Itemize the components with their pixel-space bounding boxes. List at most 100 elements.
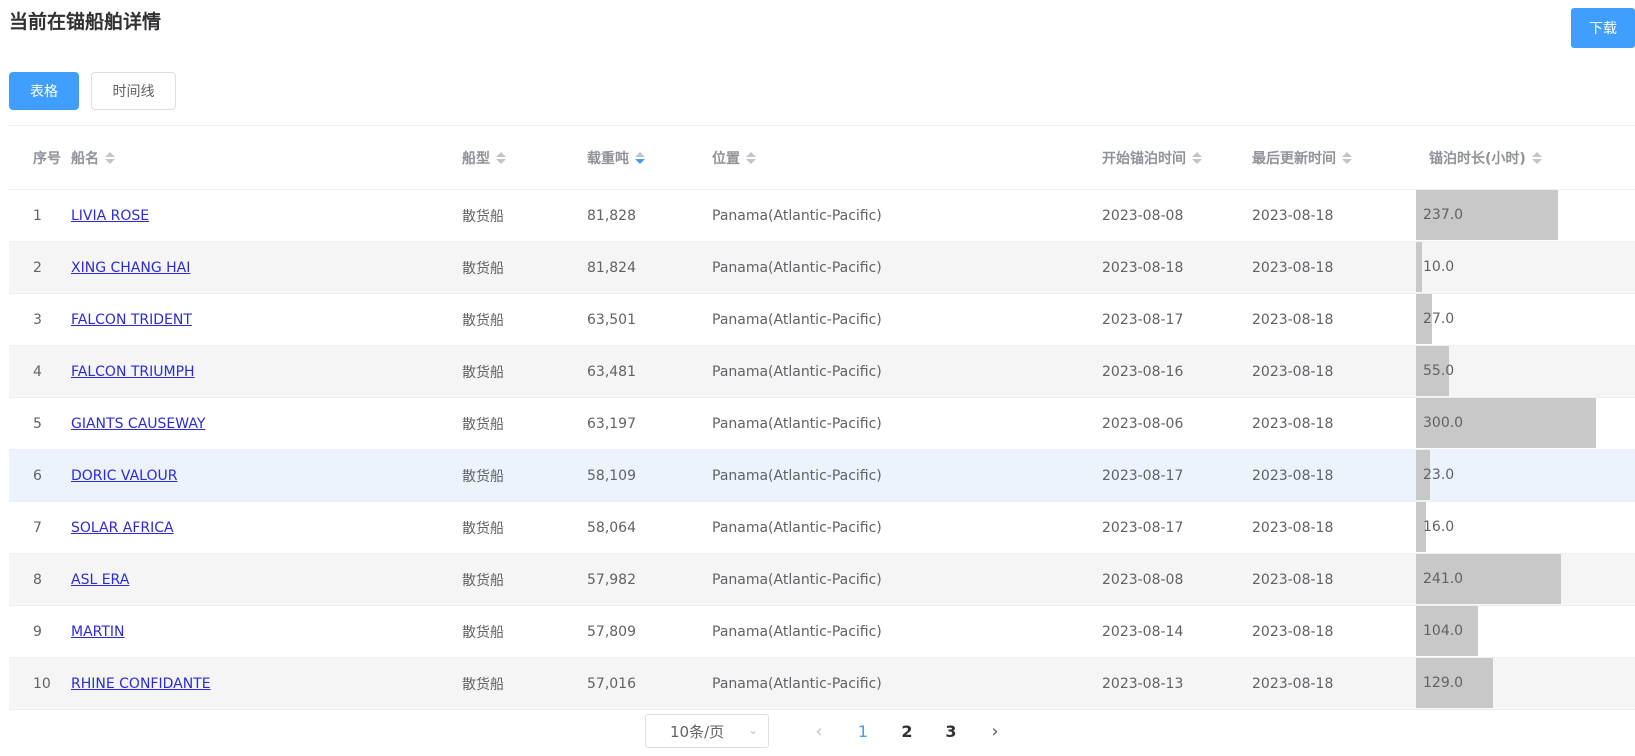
- cell-duration: 104.0: [1416, 606, 1596, 657]
- page-2[interactable]: 2: [885, 722, 929, 741]
- column-header-updated-time[interactable]: 最后更新时间: [1252, 148, 1416, 168]
- cell-no: 7: [33, 519, 42, 536]
- tab-timeline[interactable]: 时间线: [91, 72, 176, 110]
- ship-name-link[interactable]: XING CHANG HAI: [71, 260, 190, 276]
- cell-ship-name: SOLAR AFRICA: [71, 520, 462, 536]
- cell-no: 9: [33, 623, 42, 640]
- cell-updated-time: 2023-08-18: [1252, 519, 1334, 536]
- duration-value: 10.0: [1423, 259, 1455, 275]
- cell-dwt: 57,016: [587, 675, 636, 692]
- cell-dwt: 81,824: [587, 259, 636, 276]
- cell-ship-name: DORIC VALOUR: [71, 468, 462, 484]
- ship-name-link[interactable]: MARTIN: [71, 624, 125, 640]
- cell-no: 2: [33, 259, 42, 276]
- duration-value: 27.0: [1423, 311, 1455, 327]
- cell-duration: 300.0: [1416, 398, 1596, 449]
- cell-updated-time: 2023-08-18: [1252, 207, 1334, 224]
- cell-updated-time: 2023-08-18: [1252, 467, 1334, 484]
- table-row[interactable]: 7 SOLAR AFRICA 散货船 58,064 Panama(Atlantic-Pa…: [9, 502, 1635, 554]
- table-row[interactable]: 6 DORIC VALOUR 散货船 58,109 Panama(Atlantic-Pa…: [9, 450, 1635, 502]
- cell-start-time: 2023-08-17: [1102, 311, 1184, 328]
- page-size-select[interactable]: 10条/页 ⌄: [645, 714, 769, 748]
- cell-updated-time: 2023-08-18: [1252, 623, 1334, 640]
- cell-ship-type: 散货船: [462, 572, 504, 589]
- column-header-location[interactable]: 位置: [712, 148, 1102, 168]
- cell-updated-time: 2023-08-18: [1252, 311, 1334, 328]
- ship-name-link[interactable]: ASL ERA: [71, 572, 129, 588]
- tab-table[interactable]: 表格: [9, 72, 79, 110]
- cell-dwt: 57,809: [587, 623, 636, 640]
- table-row[interactable]: 10 RHINE CONFIDANTE 散货船 57,016 Panama(Atlant…: [9, 658, 1635, 710]
- cell-dwt: 63,481: [587, 363, 636, 380]
- cell-duration: 10.0: [1416, 242, 1596, 293]
- table-row[interactable]: 5 GIANTS CAUSEWAY 散货船 63,197 Panama(Atlantic…: [9, 398, 1635, 450]
- cell-location: Panama(Atlantic-Pacific): [712, 571, 882, 588]
- cell-duration: 129.0: [1416, 658, 1596, 709]
- ship-name-link[interactable]: RHINE CONFIDANTE: [71, 676, 211, 692]
- cell-start-time: 2023-08-16: [1102, 363, 1184, 380]
- column-header-type[interactable]: 船型: [462, 148, 587, 168]
- cell-ship-name: FALCON TRIDENT: [71, 312, 462, 328]
- ship-name-link[interactable]: FALCON TRIUMPH: [71, 364, 195, 380]
- cell-duration: 16.0: [1416, 502, 1596, 553]
- ship-name-link[interactable]: FALCON TRIDENT: [71, 312, 192, 328]
- duration-value: 129.0: [1423, 675, 1464, 691]
- chevron-left-icon[interactable]: ‹: [797, 721, 841, 742]
- page-3[interactable]: 3: [929, 722, 973, 741]
- table-row[interactable]: 1 LIVIA ROSE 散货船 81,828 Panama(Atlantic-Paci…: [9, 190, 1635, 242]
- cell-duration: 27.0: [1416, 294, 1596, 345]
- ship-name-link[interactable]: GIANTS CAUSEWAY: [71, 416, 205, 432]
- cell-ship-type: 散货船: [462, 208, 504, 225]
- cell-location: Panama(Atlantic-Pacific): [712, 467, 882, 484]
- column-header-no: 序号: [33, 150, 61, 167]
- cell-updated-time: 2023-08-18: [1252, 259, 1334, 276]
- ship-name-link[interactable]: SOLAR AFRICA: [71, 520, 174, 536]
- sort-icon[interactable]: [746, 151, 756, 164]
- column-header-name[interactable]: 船名: [71, 148, 462, 168]
- table-row[interactable]: 8 ASL ERA 散货船 57,982 Panama(Atlantic-Pacific…: [9, 554, 1635, 606]
- cell-start-time: 2023-08-14: [1102, 623, 1184, 640]
- ship-name-link[interactable]: LIVIA ROSE: [71, 208, 149, 224]
- download-button[interactable]: 下载: [1571, 8, 1635, 48]
- view-tabs: 表格 时间线: [9, 72, 176, 110]
- table-row[interactable]: 4 FALCON TRIUMPH 散货船 63,481 Panama(Atlantic-…: [9, 346, 1635, 398]
- sort-icon[interactable]: [105, 151, 115, 164]
- cell-dwt: 63,197: [587, 415, 636, 432]
- chevron-right-icon[interactable]: ›: [973, 721, 1017, 742]
- cell-ship-type: 散货船: [462, 676, 504, 693]
- cell-duration: 55.0: [1416, 346, 1596, 397]
- cell-start-time: 2023-08-08: [1102, 571, 1184, 588]
- table-row[interactable]: 9 MARTIN 散货船 57,809 Panama(Atlantic-Pacific)…: [9, 606, 1635, 658]
- column-header-dwt[interactable]: 载重吨: [587, 148, 712, 168]
- cell-updated-time: 2023-08-18: [1252, 571, 1334, 588]
- cell-location: Panama(Atlantic-Pacific): [712, 207, 882, 224]
- column-header-start-time[interactable]: 开始锚泊时间: [1102, 148, 1252, 168]
- sort-desc-active-icon[interactable]: [635, 151, 645, 164]
- table-body: 1 LIVIA ROSE 散货船 81,828 Panama(Atlantic-Paci…: [9, 190, 1635, 710]
- cell-ship-name: GIANTS CAUSEWAY: [71, 416, 462, 432]
- cell-location: Panama(Atlantic-Pacific): [712, 519, 882, 536]
- anchored-ships-table: 序号 船名 船型 载重吨 位置 开始锚泊时间 最后更新时间 锚泊时长(小时) 1…: [9, 125, 1635, 710]
- cell-start-time: 2023-08-17: [1102, 467, 1184, 484]
- sort-icon[interactable]: [1531, 151, 1542, 164]
- cell-location: Panama(Atlantic-Pacific): [712, 623, 882, 640]
- ship-name-link[interactable]: DORIC VALOUR: [71, 468, 177, 484]
- duration-bar: [1416, 242, 1422, 292]
- sort-icon[interactable]: [1192, 151, 1202, 164]
- column-header-duration[interactable]: 锚泊时长(小时): [1416, 148, 1596, 168]
- cell-dwt: 63,501: [587, 311, 636, 328]
- cell-start-time: 2023-08-17: [1102, 519, 1184, 536]
- sort-icon[interactable]: [496, 151, 506, 164]
- sort-icon[interactable]: [1342, 151, 1352, 164]
- cell-no: 8: [33, 571, 42, 588]
- cell-duration: 241.0: [1416, 554, 1596, 605]
- cell-dwt: 57,982: [587, 571, 636, 588]
- table-row[interactable]: 3 FALCON TRIDENT 散货船 63,501 Panama(Atlantic-…: [9, 294, 1635, 346]
- cell-no: 5: [33, 415, 42, 432]
- duration-value: 16.0: [1423, 519, 1455, 535]
- cell-ship-type: 散货船: [462, 520, 504, 537]
- table-row[interactable]: 2 XING CHANG HAI 散货船 81,824 Panama(Atlantic-…: [9, 242, 1635, 294]
- cell-ship-name: MARTIN: [71, 624, 462, 640]
- duration-value: 55.0: [1423, 363, 1455, 379]
- page-1[interactable]: 1: [841, 722, 885, 741]
